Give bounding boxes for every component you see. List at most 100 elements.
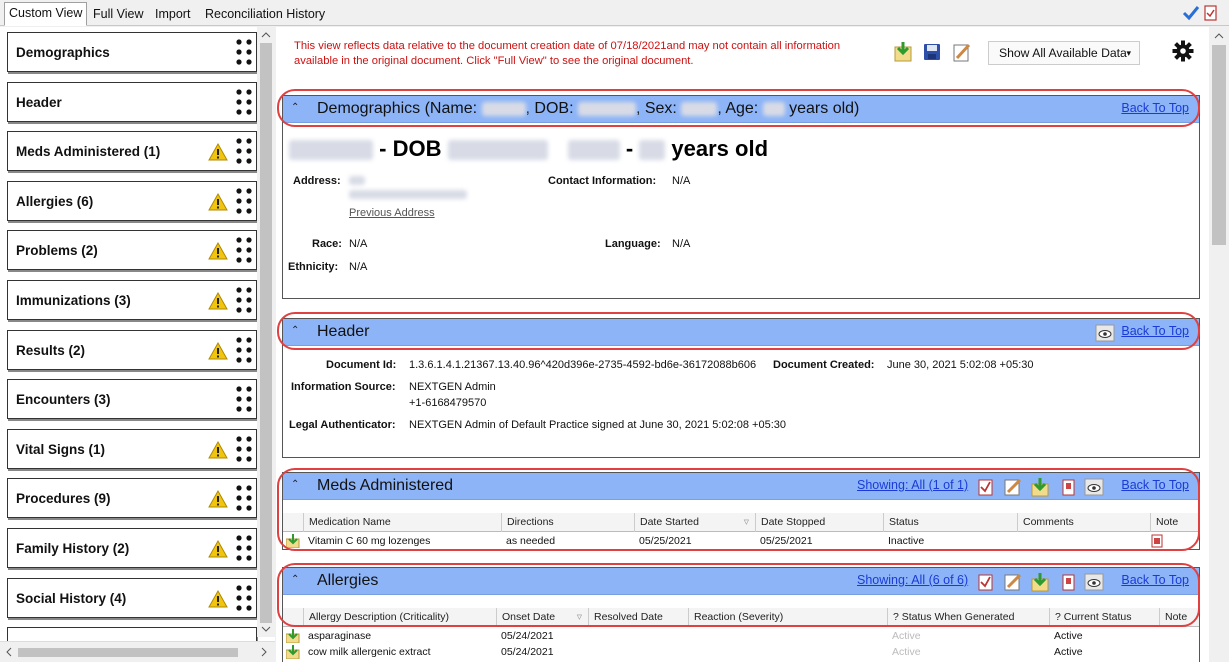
column-header[interactable]: Note (1150, 513, 1201, 532)
note-icon[interactable] (1062, 574, 1075, 591)
scroll-down-icon[interactable] (257, 623, 275, 635)
sidebar-item[interactable]: Social History (4) (7, 577, 257, 618)
back-to-top-link[interactable]: Back To Top (1121, 478, 1189, 492)
drag-handle-icon[interactable] (236, 535, 252, 561)
tab-import[interactable]: Import (150, 3, 195, 25)
column-header[interactable]: Allergy Description (Criticality) (303, 608, 496, 627)
scroll-left-icon[interactable] (2, 642, 16, 662)
back-to-top-link[interactable]: Back To Top (1121, 101, 1189, 115)
demographics-section-header[interactable]: ⌃ Demographics (Name: , DOB: , Sex: , Ag… (283, 96, 1199, 123)
sidebar-item[interactable]: Demographics (7, 32, 257, 72)
drag-handle-icon[interactable] (236, 386, 252, 412)
sidebar-item[interactable]: Header (7, 81, 257, 122)
reconcile-icon[interactable] (978, 574, 993, 591)
drag-handle-icon[interactable] (236, 485, 252, 511)
column-header[interactable]: ? Current Status (1049, 608, 1159, 627)
sidebar-vertical-scrollbar[interactable] (257, 27, 275, 637)
warning-icon (208, 341, 228, 360)
sidebar-item[interactable]: Results (2) (7, 329, 257, 370)
gear-icon[interactable] (1172, 40, 1194, 62)
sidebar-item[interactable]: Problems (2) (7, 230, 257, 271)
back-to-top-link[interactable]: Back To Top (1121, 324, 1189, 338)
sidebar-horizontal-scrollbar[interactable] (0, 641, 275, 662)
table-row[interactable]: cow milk allergenic extract 05/24/2021 A… (283, 644, 1199, 660)
scroll-up-icon[interactable] (1209, 29, 1229, 43)
column-header[interactable]: Medication Name (303, 513, 501, 532)
import-row-icon[interactable] (286, 534, 300, 548)
ethnicity-value: N/A (349, 261, 368, 273)
reconcile-icon[interactable] (978, 479, 993, 496)
import-icon[interactable] (894, 42, 912, 62)
clipboard-check-icon[interactable] (1204, 5, 1217, 21)
table-row[interactable]: Vitamin C 60 mg lozenges as needed 05/25… (283, 533, 1199, 549)
drag-handle-icon[interactable] (236, 584, 252, 611)
scroll-right-icon[interactable] (257, 642, 271, 662)
drag-handle-icon[interactable] (236, 188, 252, 214)
import-row-icon[interactable] (286, 629, 300, 643)
sidebar: Demographics Header Meds Administered (1) A… (0, 27, 275, 662)
legal-authenticator-value: NEXTGEN Admin of Default Practice signed… (409, 419, 786, 431)
warning-icon (208, 490, 228, 508)
sidebar-item[interactable]: Procedures (9) (7, 478, 257, 519)
sidebar-item[interactable]: Encounters (3) (7, 379, 257, 420)
column-header[interactable]: Onset Date ▿ (496, 608, 588, 627)
collapse-icon[interactable]: ⌃ (291, 325, 299, 336)
column-header[interactable]: ? Status When Generated (887, 608, 1049, 627)
main-vertical-scrollbar[interactable] (1209, 27, 1229, 662)
sidebar-item[interactable]: Allergies (6) (7, 180, 257, 221)
column-header[interactable]: Date Started ▿ (634, 513, 755, 532)
drag-handle-icon[interactable] (236, 287, 252, 313)
eye-icon[interactable] (1084, 478, 1104, 496)
sidebar-item[interactable]: Vital Signs (1) (7, 428, 257, 469)
edit-icon[interactable] (1004, 573, 1022, 591)
tab-full-view[interactable]: Full View (88, 3, 148, 25)
meds-showing-link[interactable]: Showing: All (1 of 1) (857, 478, 968, 492)
column-header[interactable]: Directions (501, 513, 634, 532)
allergies-showing-link[interactable]: Showing: All (6 of 6) (857, 573, 968, 587)
sidebar-item[interactable]: Meds Administered (1) (7, 131, 257, 172)
eye-icon[interactable] (1095, 324, 1115, 342)
save-icon[interactable] (924, 44, 940, 60)
drag-handle-icon[interactable] (236, 336, 252, 363)
allergies-section-header[interactable]: ⌃ Allergies Showing: All (6 of 6) Back T… (283, 568, 1199, 595)
back-to-top-link[interactable]: Back To Top (1121, 573, 1189, 587)
note-icon[interactable] (1062, 479, 1075, 496)
collapse-icon[interactable]: ⌃ (291, 479, 299, 490)
table-row[interactable]: asparaginase 05/24/2021 Active Active (283, 628, 1199, 644)
scroll-up-icon[interactable] (257, 29, 275, 41)
filter-icon[interactable]: ▿ (744, 513, 749, 532)
collapse-icon[interactable]: ⌃ (291, 574, 299, 585)
import-icon[interactable] (1031, 573, 1049, 592)
drag-handle-icon[interactable] (236, 39, 252, 65)
eye-icon[interactable] (1084, 573, 1104, 591)
drag-handle-icon[interactable] (236, 138, 252, 164)
edit-icon[interactable] (1004, 478, 1022, 496)
column-header[interactable]: Resolved Date (588, 608, 688, 627)
collapse-icon[interactable]: ⌃ (291, 102, 299, 113)
column-header[interactable]: Status (883, 513, 1017, 532)
column-header[interactable]: Comments (1017, 513, 1150, 532)
tab-custom-view[interactable]: Custom View (4, 2, 88, 26)
edit-icon[interactable] (953, 43, 971, 62)
show-all-dropdown[interactable]: Show All Available Data ▾ (988, 41, 1140, 65)
meds-section-header[interactable]: ⌃ Meds Administered Showing: All (1 of 1… (283, 473, 1199, 500)
note-icon[interactable] (1151, 534, 1163, 548)
column-header[interactable]: Date Stopped (755, 513, 883, 532)
previous-address-link[interactable]: Previous Address (349, 207, 435, 219)
warning-icon (208, 242, 228, 260)
drag-handle-icon[interactable] (236, 237, 252, 263)
drag-handle-icon[interactable] (236, 88, 252, 115)
sidebar-item[interactable]: Immunizations (3) (7, 280, 257, 320)
column-header[interactable]: Reaction (Severity) (688, 608, 887, 627)
checkmark-icon[interactable] (1182, 6, 1200, 21)
race-value: N/A (349, 238, 368, 250)
sidebar-item[interactable]: Family History (2) (7, 528, 257, 568)
column-header[interactable]: Note (1159, 608, 1201, 627)
import-icon[interactable] (1031, 478, 1049, 497)
tab-bar: Custom View Full View Import Reconciliat… (0, 0, 1229, 26)
header-section-header[interactable]: ⌃ Header Back To Top (283, 319, 1199, 346)
import-row-icon[interactable] (286, 645, 300, 659)
drag-handle-icon[interactable] (236, 436, 252, 462)
filter-icon[interactable]: ▿ (577, 608, 582, 627)
tab-reconciliation-history[interactable]: Reconciliation History (200, 3, 330, 25)
